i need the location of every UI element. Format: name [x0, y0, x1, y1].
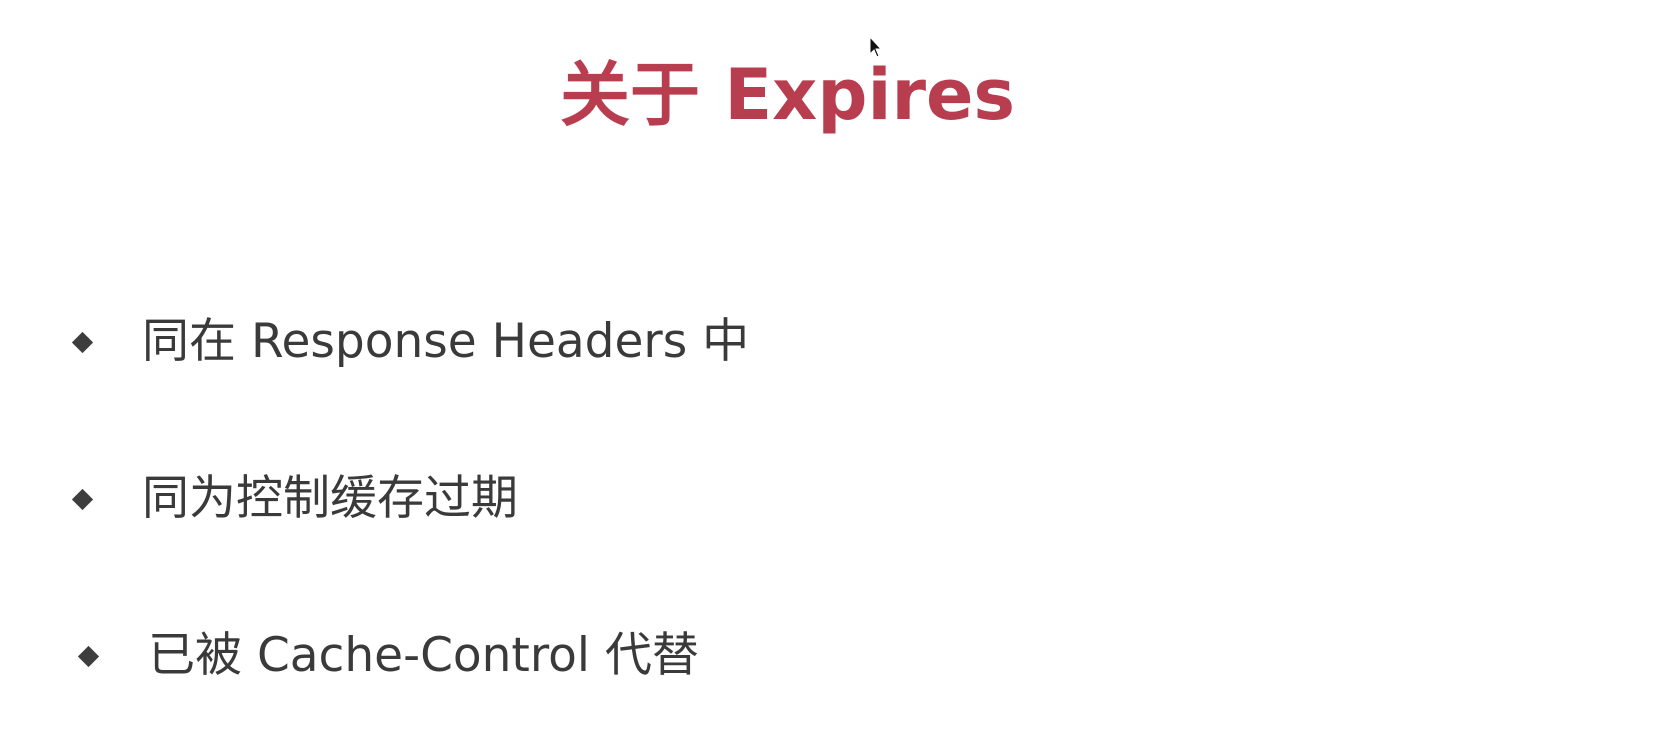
bullet-list: 同在 Response Headers 中 同为控制缓存过期 已被 Cache-… [0, 0, 1656, 730]
bullet-text: 同为控制缓存过期 [142, 471, 518, 526]
bullet-text: 同在 Response Headers 中 [142, 314, 750, 369]
bullet-item-response-headers: 同在 Response Headers 中 [70, 307, 749, 377]
mouse-pointer-icon [869, 36, 883, 58]
bullet-item-replaced-by-cache-control: 已被 Cache-Control 代替 [76, 621, 699, 691]
diamond-bullet-icon [71, 331, 94, 353]
diamond-bullet-icon [71, 488, 94, 510]
diamond-bullet-icon [77, 645, 100, 667]
bullet-text: 已被 Cache-Control 代替 [148, 628, 699, 683]
bullet-item-cache-expiry: 同为控制缓存过期 [70, 464, 518, 534]
slide: 关于 Expires 同在 Response Headers 中 同为控制缓存过… [0, 0, 1656, 730]
